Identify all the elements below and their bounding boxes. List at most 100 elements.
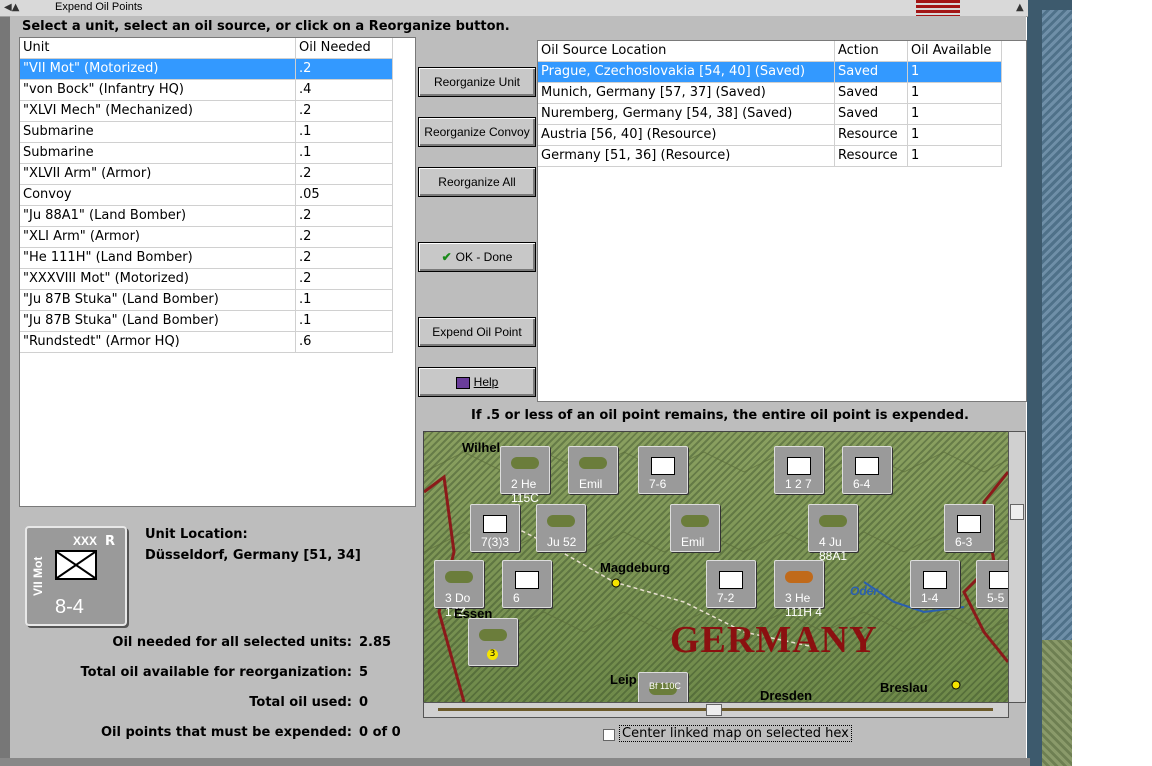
map-counter-bf109-emil-2[interactable]: Emil — [670, 504, 720, 552]
column-header-oil-available[interactable]: Oil Available — [907, 41, 1002, 62]
table-row[interactable]: Germany [51, 36] (Resource) Resource 1 — [538, 145, 1002, 167]
map-counter-5-5[interactable]: 5-5 — [976, 560, 1008, 608]
table-row[interactable]: Prague, Czechoslovakia [54, 40] (Saved) S… — [538, 61, 1002, 83]
oil-location-cell[interactable]: Austria [56, 40] (Resource) — [538, 124, 835, 146]
map-counter-7-6[interactable]: 7-6 — [638, 446, 688, 494]
oil-needed-cell[interactable]: .2 — [295, 226, 393, 248]
map-counter-he115c[interactable]: 2 He 115C — [500, 446, 550, 505]
reorganize-convoy-button[interactable]: Reorganize Convoy — [418, 117, 536, 147]
oil-location-cell[interactable]: Prague, Czechoslovakia [54, 40] (Saved) — [538, 61, 835, 83]
unit-name-cell[interactable]: "Rundstedt" (Armor HQ) — [20, 331, 296, 353]
map-counter-bf109-3[interactable]: 3 — [468, 618, 518, 666]
unit-name-cell[interactable]: Convoy — [20, 184, 296, 206]
oil-needed-cell[interactable]: .1 — [295, 142, 393, 164]
map-horizontal-scroll-thumb[interactable] — [706, 704, 722, 716]
map-counter-ju88a1[interactable]: 4 Ju 88A1 — [808, 504, 858, 563]
table-row[interactable]: "von Bock" (Infantry HQ) .4 — [20, 79, 393, 101]
collapse-arrow-icon[interactable]: ◀▲ — [4, 2, 22, 14]
map-counter-bf109-emil[interactable]: Emil — [568, 446, 618, 494]
column-header-location[interactable]: Oil Source Location — [538, 41, 835, 62]
column-header-oil-needed[interactable]: Oil Needed — [295, 38, 393, 59]
oil-action-cell[interactable]: Saved — [834, 82, 908, 104]
ok-done-button[interactable]: ✔ OK - Done — [418, 242, 536, 272]
unit-name-cell[interactable]: "He 111H" (Land Bomber) — [20, 247, 296, 269]
reorganize-unit-button[interactable]: Reorganize Unit — [418, 67, 536, 97]
oil-needed-cell[interactable]: .2 — [295, 247, 393, 269]
oil-needed-cell[interactable]: .2 — [295, 163, 393, 185]
oil-action-cell[interactable]: Resource — [834, 124, 908, 146]
table-row[interactable]: Nuremberg, Germany [54, 38] (Saved) Saved… — [538, 103, 1002, 125]
map-counter-ju52[interactable]: Ju 52 — [536, 504, 586, 552]
oil-sources-list[interactable]: Oil Source Location Action Oil Available… — [537, 40, 1027, 402]
map-counter-do17z[interactable]: 3 Do 17Z — [434, 560, 484, 619]
map-counter-6-3[interactable]: 6-3 — [944, 504, 994, 552]
column-header-unit[interactable]: Unit — [20, 38, 296, 59]
unit-name-cell[interactable]: "XLVI Mech" (Mechanized) — [20, 100, 296, 122]
oil-available-cell[interactable]: 1 — [907, 82, 1002, 104]
table-row[interactable]: "Ju 87B Stuka" (Land Bomber) .1 — [20, 289, 393, 311]
table-row[interactable]: "Rundstedt" (Armor HQ) .6 — [20, 331, 393, 353]
unit-name-cell[interactable]: Submarine — [20, 142, 296, 164]
expend-oil-point-button[interactable]: Expend Oil Point — [418, 317, 536, 347]
oil-action-cell[interactable]: Saved — [834, 61, 908, 83]
map-counter-1-4[interactable]: 1-4 — [910, 560, 960, 608]
oil-needed-cell[interactable]: .1 — [295, 289, 393, 311]
table-row[interactable]: "VII Mot" (Motorized) .2 — [20, 58, 393, 80]
oil-action-cell[interactable]: Resource — [834, 145, 908, 167]
oil-action-cell[interactable]: Saved — [834, 103, 908, 125]
map-horizontal-scrollbar[interactable] — [423, 702, 1009, 718]
map-counter-he111h[interactable]: 3 He 111H 4 — [774, 560, 824, 619]
oil-location-cell[interactable]: Germany [51, 36] (Resource) — [538, 145, 835, 167]
table-row[interactable]: "XLI Arm" (Armor) .2 — [20, 226, 393, 248]
oil-needed-cell[interactable]: .1 — [295, 121, 393, 143]
table-row[interactable]: Submarine .1 — [20, 121, 393, 143]
oil-needed-cell[interactable]: .05 — [295, 184, 393, 206]
map-vertical-scroll-thumb[interactable] — [1010, 504, 1024, 520]
oil-needed-cell[interactable]: .1 — [295, 310, 393, 332]
table-row[interactable]: "XXXVIII Mot" (Motorized) .2 — [20, 268, 393, 290]
unit-name-cell[interactable]: "XXXVIII Mot" (Motorized) — [20, 268, 296, 290]
map-counter-7-2[interactable]: 7-2 — [706, 560, 756, 608]
table-row[interactable]: Munich, Germany [57, 37] (Saved) Saved 1 — [538, 82, 1002, 104]
oil-needed-cell[interactable]: .2 — [295, 205, 393, 227]
map-counter-6-4[interactable]: 6-4 — [842, 446, 892, 494]
map-counter-bf110c[interactable]: Bf 110C — [638, 672, 688, 702]
center-map-label[interactable]: Center linked map on selected hex — [619, 725, 852, 742]
units-list[interactable]: Unit Oil Needed "VII Mot" (Motorized) .2 "… — [19, 37, 416, 507]
column-header-action[interactable]: Action — [834, 41, 908, 62]
map-counter-7-3-3[interactable]: 7(3)3 — [470, 504, 520, 552]
oil-needed-cell[interactable]: .4 — [295, 79, 393, 101]
oil-needed-cell[interactable]: .2 — [295, 58, 393, 80]
map-counter-hq[interactable]: 6 — [502, 560, 552, 608]
table-row[interactable]: "XLVI Mech" (Mechanized) .2 — [20, 100, 393, 122]
unit-name-cell[interactable]: "Ju 87B Stuka" (Land Bomber) — [20, 289, 296, 311]
oil-available-cell[interactable]: 1 — [907, 103, 1002, 125]
table-row[interactable]: "Ju 87B Stuka" (Land Bomber) .1 — [20, 310, 393, 332]
table-row[interactable]: Submarine .1 — [20, 142, 393, 164]
linked-map[interactable]: 2 He 115C Emil 7-6 1 2 7 6-4 7(3)3 Ju 52… — [423, 431, 1009, 703]
unit-name-cell[interactable]: "von Bock" (Infantry HQ) — [20, 79, 296, 101]
oil-available-cell[interactable]: 1 — [907, 61, 1002, 83]
unit-name-cell[interactable]: "VII Mot" (Motorized) — [20, 58, 296, 80]
oil-needed-cell[interactable]: .6 — [295, 331, 393, 353]
unit-name-cell[interactable]: "XLI Arm" (Armor) — [20, 226, 296, 248]
oil-available-cell[interactable]: 1 — [907, 124, 1002, 146]
table-row[interactable]: Convoy .05 — [20, 184, 393, 206]
table-row[interactable]: "He 111H" (Land Bomber) .2 — [20, 247, 393, 269]
oil-available-cell[interactable]: 1 — [907, 145, 1002, 167]
unit-name-cell[interactable]: "XLVII Arm" (Armor) — [20, 163, 296, 185]
reorganize-all-button[interactable]: Reorganize All — [418, 167, 536, 197]
table-row[interactable]: "Ju 88A1" (Land Bomber) .2 — [20, 205, 393, 227]
close-icon[interactable]: ▲ — [1016, 2, 1026, 14]
unit-name-cell[interactable]: Submarine — [20, 121, 296, 143]
oil-location-cell[interactable]: Munich, Germany [57, 37] (Saved) — [538, 82, 835, 104]
map-counter-bb-schlesien[interactable]: 1 2 7 — [774, 446, 824, 494]
unit-name-cell[interactable]: "Ju 88A1" (Land Bomber) — [20, 205, 296, 227]
map-vertical-scrollbar[interactable] — [1008, 431, 1026, 703]
center-map-checkbox[interactable] — [603, 729, 615, 741]
help-button[interactable]: Help — [418, 367, 536, 397]
oil-needed-cell[interactable]: .2 — [295, 268, 393, 290]
table-row[interactable]: Austria [56, 40] (Resource) Resource 1 — [538, 124, 1002, 146]
title-bar[interactable]: ◀▲ Expend Oil Points ▲ — [0, 0, 1028, 17]
oil-needed-cell[interactable]: .2 — [295, 100, 393, 122]
